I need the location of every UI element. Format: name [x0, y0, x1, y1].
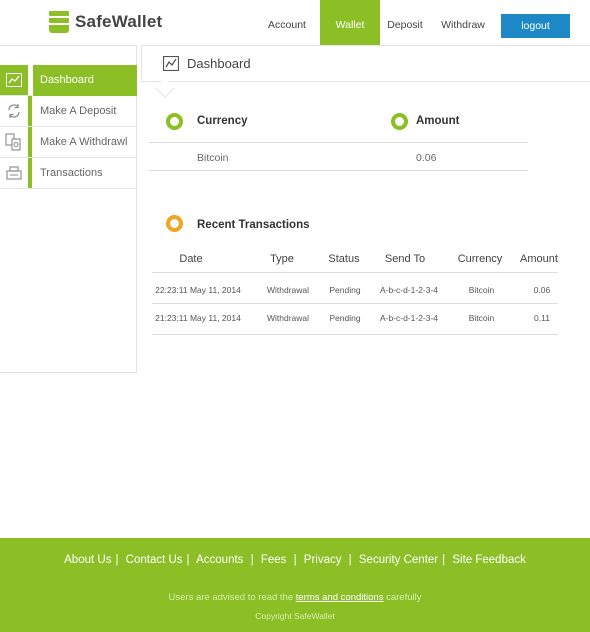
cell-amount: 0.11	[534, 313, 550, 323]
footer-link-feedback[interactable]: Site Feedback	[452, 554, 526, 566]
divider	[149, 170, 528, 171]
cell-type: Withdrawal	[266, 313, 310, 323]
chart-icon	[0, 65, 28, 95]
column-header-send-to: Send To	[384, 253, 426, 265]
dashboard-panel-header: Dashboard	[141, 45, 590, 82]
balance-currency: Bitcoin	[197, 152, 229, 164]
sidebar-item-label: Dashboard	[40, 74, 94, 86]
footer-link-fees[interactable]: Fees	[261, 554, 287, 566]
divider	[152, 334, 558, 335]
terms-note-prefix: Users are advised to read the	[168, 592, 294, 603]
brand-name: SafeWallet	[75, 12, 163, 31]
sidebar-item-deposit[interactable]: Make A Deposit	[0, 96, 137, 127]
cell-send-to: A-b-c-d-1-2-3-4	[379, 313, 439, 323]
cell-send-to: A-b-c-d-1-2-3-4	[379, 285, 439, 295]
amount-ring-icon	[391, 113, 408, 130]
footer: About Us | Contact Us | Accounts | Fees | …	[0, 538, 590, 632]
column-header-status: Status	[328, 253, 360, 265]
column-header-currency: Currency	[457, 253, 503, 265]
column-header-amount: Amount	[520, 253, 558, 265]
nav-account[interactable]: Account	[262, 0, 312, 45]
sidebar-item-withdrawl[interactable]: Make A Withdrawl	[0, 127, 137, 158]
logout-button[interactable]: logout	[501, 14, 570, 38]
money-transfer-icon	[0, 127, 28, 157]
nav-deposit[interactable]: Deposit	[384, 0, 426, 45]
recent-transactions-title: Recent Transactions	[197, 219, 310, 231]
divider	[149, 142, 528, 143]
page-title: Dashboard	[187, 56, 251, 71]
cell-status: Pending	[329, 313, 361, 323]
top-header: SafeWallet Account Wallet Deposit Withdr…	[0, 0, 590, 45]
refresh-icon	[0, 96, 28, 126]
sidebar-item-label: Transactions	[40, 167, 103, 179]
column-header-type: Type	[270, 253, 294, 265]
brand-logo[interactable]: SafeWallet	[49, 11, 162, 33]
sidebar-item-label: Make A Withdrawl	[40, 136, 128, 148]
footer-link-about[interactable]: About Us	[64, 554, 111, 566]
cell-type: Withdrawal	[266, 285, 310, 295]
nav-wallet[interactable]: Wallet	[320, 0, 380, 45]
footer-links: About Us | Contact Us | Accounts | Fees | …	[64, 554, 526, 566]
cell-currency: Bitcoin	[468, 285, 495, 295]
sidebar-item-transactions[interactable]: Transactions	[0, 158, 137, 189]
currency-ring-icon	[166, 113, 183, 130]
sidebar-item-dashboard[interactable]: Dashboard	[0, 65, 137, 96]
cell-date: 21:23:11 May 11, 2014	[155, 313, 241, 323]
footer-link-security[interactable]: Security Center	[359, 554, 438, 566]
amount-header: Amount	[416, 115, 460, 127]
divider	[152, 303, 558, 304]
sidebar: Dashboard Make A Deposit Make A Withdraw…	[0, 45, 137, 373]
cell-currency: Bitcoin	[468, 313, 495, 323]
chart-icon	[162, 55, 180, 76]
footer-link-contact[interactable]: Contact Us	[126, 554, 183, 566]
register-icon	[0, 158, 28, 188]
cell-date: 22:23:11 May 11, 2014	[155, 285, 241, 295]
nav-withdraw[interactable]: Withdraw	[437, 0, 489, 45]
column-header-date: Date	[179, 253, 203, 265]
currency-header: Currency	[197, 115, 248, 127]
terms-note: Users are advised to read the terms and …	[0, 592, 590, 603]
terms-link[interactable]: terms and conditions	[296, 592, 384, 603]
cell-status: Pending	[329, 285, 361, 295]
cell-amount: 0.06	[533, 285, 551, 295]
terms-note-suffix: carefully	[386, 592, 422, 603]
balance-amount: 0.06	[416, 152, 437, 164]
recent-ring-icon	[166, 215, 183, 232]
copyright: Copyright SafeWallet	[255, 611, 335, 621]
footer-link-privacy[interactable]: Privacy	[304, 554, 342, 566]
footer-link-accounts[interactable]: Accounts	[196, 554, 243, 566]
sidebar-item-label: Make A Deposit	[40, 105, 117, 117]
divider	[152, 272, 558, 273]
wallet-logo-icon	[49, 11, 69, 33]
